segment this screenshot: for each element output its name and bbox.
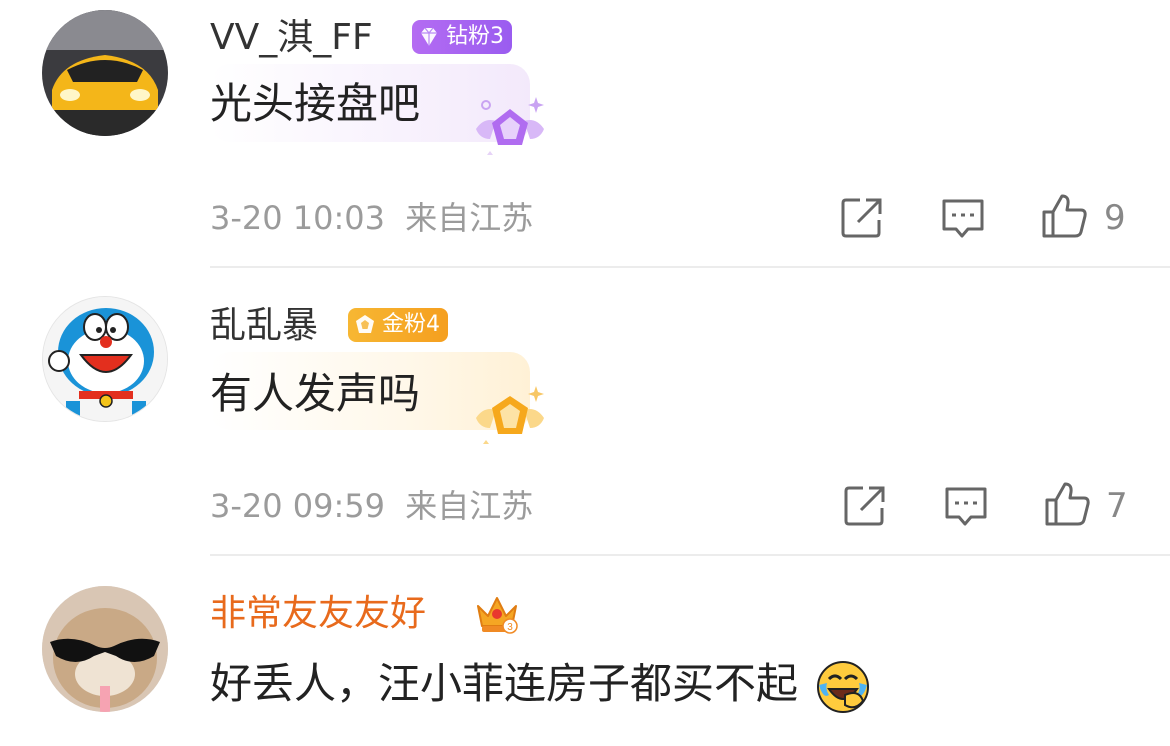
comment-text-content: 好丢人，汪小菲连房子都买不起 (210, 659, 799, 708)
laughing-crying-emoji (817, 660, 870, 713)
crown-icon[interactable]: 3 (474, 592, 520, 636)
comment-text: 好丢人，汪小菲连房子都买不起 (210, 658, 871, 715)
username[interactable]: 非常友友友好 (210, 592, 426, 636)
comment-item: 非常友友友好 3 好丢人，汪小菲连房子都买不起 (0, 0, 1170, 746)
svg-text:3: 3 (507, 622, 513, 633)
avatar[interactable] (42, 586, 168, 712)
